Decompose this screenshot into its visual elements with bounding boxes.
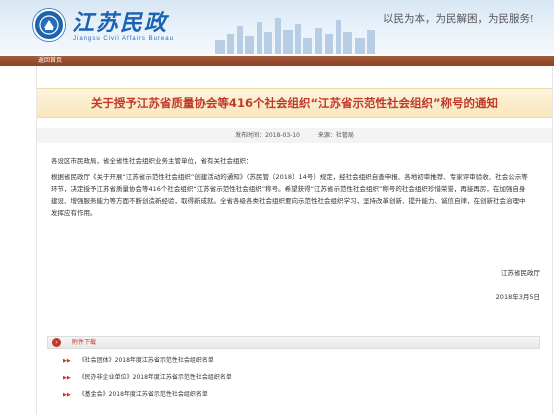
brand-title[interactable]: 江苏民政: [72, 5, 168, 37]
attachments-list: ▶▶ 《社会团体》2018年度江苏省示范性社会组织名单 ▶▶ 《民办非企业单位》…: [63, 352, 523, 403]
attachment-title[interactable]: 《社会团体》2018年度江苏省示范性社会组织名单: [79, 357, 214, 364]
site-slogan: 以民为本，为民解困，为民服务!: [383, 14, 534, 25]
arrow-bullet-icon: ▶▶: [63, 358, 71, 364]
attachment-link-2[interactable]: ▶▶ 《民办非企业单位》2018年度江苏省示范性社会组织名单: [63, 369, 523, 386]
title-bar: 关于授予江苏省质量协会等416个社会组织“江苏省示范性社会组织”称号的通知: [37, 88, 552, 118]
nav-bar: 返回首页: [0, 56, 554, 66]
page-title: 关于授予江苏省质量协会等416个社会组织“江苏省示范性社会组织”称号的通知: [90, 96, 499, 110]
attachment-icon: ›: [52, 338, 61, 347]
attachments-label: 附件下载: [72, 339, 97, 346]
arrow-bullet-icon: ▶▶: [63, 392, 71, 398]
attachment-title[interactable]: 《民办非企业单位》2018年度江苏省示范性社会组织名单: [79, 374, 232, 381]
article-body: 各设区市民政局，省全省性社会组织业务主管单位，省有关社会组织： 根据省民政厅《关…: [51, 152, 531, 219]
attachments-header: › 附件下载: [47, 336, 540, 349]
article-source: 来源：社管局: [317, 132, 354, 139]
back-home-link[interactable]: 返回首页: [38, 56, 62, 66]
greeting-paragraph: 各设区市民政局，省全省性社会组织业务主管单位，省有关社会组织：: [51, 157, 253, 165]
brand-subtitle: Jiangsu Civil Affairs Bureau: [73, 36, 174, 42]
emblem-logo-icon[interactable]: [33, 9, 65, 41]
site-header: 江苏民政 Jiangsu Civil Affairs Bureau 以民为本，为…: [0, 0, 554, 54]
arrow-bullet-icon: ▶▶: [63, 375, 71, 381]
article-meta: 发布时间：2018-03-10 来源：社管局: [37, 128, 552, 143]
city-skyline-icon: [215, 18, 375, 54]
main-paragraph: 根据省民政厅《关于开展“江苏省示范性社会组织”创建活动的通知》（苏民管〔2018…: [51, 173, 528, 217]
publish-date: 发布时间：2018-03-10: [235, 132, 300, 139]
signature-date: 2018年3月5日: [495, 293, 540, 301]
attachment-title[interactable]: 《基金会》2018年度江苏省示范性社会组织名单: [79, 391, 208, 398]
signature-org: 江苏省民政厅: [501, 269, 540, 277]
article-card: 关于授予江苏省质量协会等416个社会组织“江苏省示范性社会组织”称号的通知 发布…: [36, 66, 553, 414]
attachment-link-1[interactable]: ▶▶ 《社会团体》2018年度江苏省示范性社会组织名单: [63, 352, 523, 369]
attachment-link-3[interactable]: ▶▶ 《基金会》2018年度江苏省示范性社会组织名单: [63, 386, 523, 403]
